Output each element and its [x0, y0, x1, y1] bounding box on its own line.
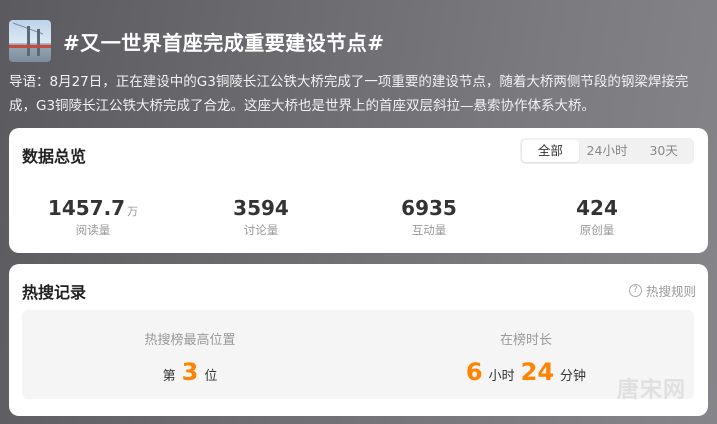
stats-row: 1457.7 万 阅读量 3594 讨论量 6935 互动量 424 原创量: [9, 196, 708, 238]
topic-thumbnail: [9, 20, 51, 62]
stat-value: 6935: [401, 196, 457, 220]
hot-rules-label: 热搜规则: [645, 284, 696, 299]
tab-30d[interactable]: 30天: [635, 140, 692, 162]
duration-minutes-unit: 分钟: [560, 369, 587, 384]
duration-label: 在榜时长: [499, 333, 552, 348]
stat-discussions: 3594 讨论量: [177, 196, 345, 238]
tab-24h[interactable]: 24小时: [579, 140, 636, 162]
stat-unit: 万: [127, 205, 139, 218]
duration-hours-unit: 小时: [488, 369, 515, 384]
peak-value: 3: [181, 358, 199, 386]
hot-rules-link[interactable]: ? 热搜规则: [628, 281, 696, 300]
stat-interactions: 6935 互动量: [345, 196, 513, 238]
stat-value: 1457.7: [47, 196, 126, 220]
hot-record-title: 热搜记录: [22, 283, 87, 302]
hot-record-card: 热搜记录 ? 热搜规则 热搜榜最高位置 第3位 在榜时长 6 小时 24 分钟 唐宋网: [9, 264, 708, 416]
stat-value: 3594: [233, 196, 289, 220]
peak-position: 热搜榜最高位置 第3位: [22, 310, 358, 399]
topic-title: #又一世界首座完成重要建设节点#: [63, 30, 385, 55]
stat-label: 原创量: [579, 223, 615, 237]
duration-hours: 6: [465, 358, 483, 386]
duration-minutes: 24: [520, 358, 555, 386]
tab-all[interactable]: 全部: [522, 140, 579, 162]
topic-intro: 导语：8月27日，正在建设中的G3铜陵长江公铁大桥完成了一项重要的建设节点，随着…: [9, 74, 689, 114]
stat-reads: 1457.7 万 阅读量: [9, 196, 177, 238]
stat-label: 互动量: [411, 223, 447, 237]
question-icon: ?: [628, 284, 642, 297]
stat-label: 阅读量: [75, 223, 111, 237]
data-overview-card: 数据总览 全部 24小时 30天 1457.7 万 阅读量 3594 讨论量 69…: [9, 128, 708, 253]
stat-originals: 424 原创量: [513, 196, 681, 238]
peak-prefix: 第: [162, 369, 176, 384]
watermark: 唐宋网: [616, 378, 686, 403]
topic-header: #又一世界首座完成重要建设节点#: [9, 20, 385, 62]
time-range-tabs: 全部 24小时 30天: [520, 138, 694, 164]
peak-label: 热搜榜最高位置: [144, 333, 236, 348]
record-box: 热搜榜最高位置 第3位 在榜时长 6 小时 24 分钟: [22, 310, 694, 399]
stat-value: 424: [576, 196, 618, 220]
stat-label: 讨论量: [243, 223, 279, 237]
peak-suffix: 位: [204, 369, 218, 384]
overview-title: 数据总览: [22, 147, 87, 166]
